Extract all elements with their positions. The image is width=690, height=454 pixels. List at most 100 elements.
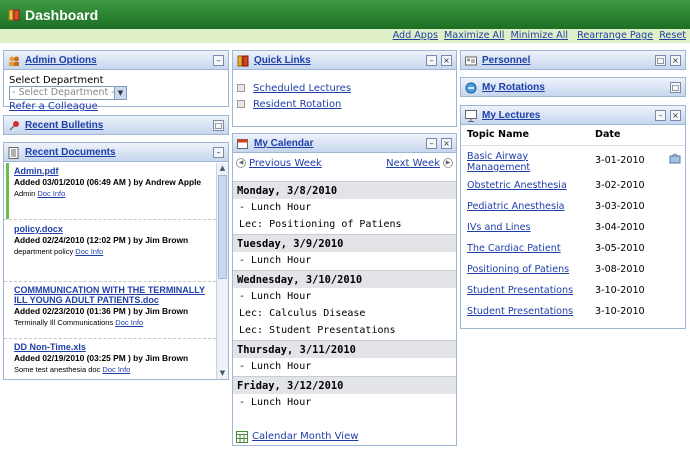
document-added: Added 02/19/2010 (03:25 PM ) by Jim Brow… <box>14 353 189 363</box>
document-link[interactable]: DD Non-Time.xls <box>14 342 212 352</box>
link-bullet-icon <box>237 100 245 108</box>
next-week-link[interactable]: Next Week <box>386 158 440 169</box>
minimize-button[interactable]: – <box>426 138 437 149</box>
rotation-icon <box>465 82 477 93</box>
day-header: Thursday, 3/11/2010 <box>233 340 456 358</box>
day-header: Monday, 3/8/2010 <box>233 181 456 199</box>
book-icon <box>237 55 249 66</box>
lectures-table: Topic Name Date Basic Airway Management … <box>461 125 685 322</box>
maximize-button[interactable]: □ <box>670 82 681 93</box>
scrollbar[interactable]: ▲ ▼ <box>216 163 228 379</box>
doc-info-link[interactable]: Doc Info <box>102 365 130 374</box>
lecture-topic-link[interactable]: Pediatric Anesthesia <box>467 201 565 212</box>
add-apps-link[interactable]: Add Apps <box>393 30 438 41</box>
maximize-button[interactable]: □ <box>655 55 666 66</box>
week-navigation: ◀ Previous Week Next Week ▶ <box>233 153 456 173</box>
close-icon[interactable]: × <box>441 55 452 66</box>
my-lectures-title[interactable]: My Lectures <box>482 110 540 121</box>
day-header: Wednesday, 3/10/2010 <box>233 270 456 288</box>
lecture-topic-link[interactable]: Student Presentations <box>467 306 573 317</box>
document-link[interactable]: COMMMUNICATION WITH THE TERMINALLY ILL Y… <box>14 285 212 305</box>
list-item: Admin.pdf Added 03/01/2010 (06:49 AM ) b… <box>4 163 216 220</box>
recent-documents-title[interactable]: Recent Documents <box>25 147 116 158</box>
maximize-button[interactable]: □ <box>213 120 224 131</box>
calendar-event: - Lunch Hour <box>239 397 312 408</box>
previous-week-link[interactable]: Previous Week <box>249 158 322 169</box>
lecture-topic-link[interactable]: Basic Airway Management <box>467 151 589 173</box>
reset-link[interactable]: Reset <box>659 30 686 41</box>
calendar-month-view-link[interactable]: Calendar Month View <box>252 431 358 442</box>
lecture-topic-link[interactable]: Obstetric Anesthesia <box>467 180 567 191</box>
personnel-title[interactable]: Personnel <box>482 55 530 66</box>
lecture-topic-link[interactable]: The Cardiac Patient <box>467 243 561 254</box>
day-header: Tuesday, 3/9/2010 <box>233 234 456 252</box>
document-link[interactable]: policy.docx <box>14 224 212 234</box>
doc-info-link[interactable]: Doc Info <box>37 189 65 198</box>
doc-info-link[interactable]: Doc Info <box>115 318 143 327</box>
table-row: IVs and Lines 3-04-2010 <box>461 217 685 238</box>
recent-bulletins-title[interactable]: Recent Bulletins <box>25 120 103 131</box>
maximize-all-link[interactable]: Maximize All <box>444 30 504 41</box>
attachment-icon[interactable] <box>669 153 681 168</box>
calendar-event: - Lunch Hour <box>239 255 312 266</box>
page-title: Dashboard <box>25 6 99 23</box>
chevron-down-icon[interactable]: ▼ <box>114 87 126 99</box>
department-select[interactable]: - Select Department - ▼ <box>9 86 127 100</box>
close-icon[interactable]: × <box>441 138 452 149</box>
day-header: Friday, 3/12/2010 <box>233 376 456 394</box>
minimize-all-link[interactable]: Minimize All <box>511 30 569 41</box>
admin-options-header: Admin Options – <box>4 51 228 70</box>
scroll-down-icon[interactable]: ▼ <box>217 368 228 379</box>
my-rotations-panel: My Rotations □ <box>460 77 686 97</box>
minimize-button[interactable]: – <box>213 147 224 158</box>
recent-documents-header: Recent Documents – <box>4 143 228 162</box>
calendar-event: Lec: Positioning of Patiens <box>239 219 402 230</box>
document-added: Added 03/01/2010 (06:49 AM ) by Andrew A… <box>14 177 202 187</box>
resident-rotation-link[interactable]: Resident Rotation <box>253 99 341 110</box>
lecture-date: 3-01-2010 <box>595 154 645 166</box>
documents-list: Admin.pdf Added 03/01/2010 (06:49 AM ) b… <box>4 163 216 379</box>
rearrange-page-link[interactable]: Rearrange Page <box>577 30 653 41</box>
scroll-up-icon[interactable]: ▲ <box>217 163 228 174</box>
scheduled-lectures-link[interactable]: Scheduled Lectures <box>253 83 351 94</box>
minimize-button[interactable]: – <box>655 110 666 121</box>
lecture-date: 3-08-2010 <box>595 264 645 275</box>
dashboard-icon <box>8 9 20 21</box>
calendar-event: - Lunch Hour <box>239 291 312 302</box>
my-rotations-title[interactable]: My Rotations <box>482 82 545 93</box>
calendar-event: Lec: Student Presentations <box>239 325 396 336</box>
document-link[interactable]: Admin.pdf <box>14 166 212 176</box>
close-icon[interactable]: × <box>670 55 681 66</box>
minimize-button[interactable]: – <box>426 55 437 66</box>
my-rotations-header: My Rotations □ <box>461 78 685 97</box>
recent-bulletins-panel: Recent Bulletins □ <box>3 115 229 135</box>
my-lectures-panel: My Lectures – × Topic Name Date Basic Air… <box>460 105 686 329</box>
personnel-header: Personnel □ × <box>461 51 685 70</box>
month-view-row: Calendar Month View <box>236 431 358 443</box>
refer-colleague-link[interactable]: Refer a Colleague <box>9 101 223 112</box>
minimize-button[interactable]: – <box>213 55 224 66</box>
lecture-topic-link[interactable]: Positioning of Patiens <box>467 264 569 275</box>
calendar-event: Lec: Calculus Disease <box>239 308 366 319</box>
quick-links-title[interactable]: Quick Links <box>254 55 311 66</box>
department-select-value: - Select Department - <box>12 87 115 98</box>
calendar-event: - Lunch Hour <box>239 361 312 372</box>
scrollbar-thumb[interactable] <box>218 175 227 279</box>
close-icon[interactable]: × <box>670 110 681 121</box>
document-description: Terminally Ill Communications <box>14 318 114 327</box>
calendar-event: - Lunch Hour <box>239 202 312 213</box>
table-row: Basic Airway Management 3-01-2010 <box>461 145 685 175</box>
arrow-right-icon[interactable]: ▶ <box>443 158 453 168</box>
lecture-topic-link[interactable]: IVs and Lines <box>467 222 531 233</box>
admin-options-title[interactable]: Admin Options <box>25 55 97 66</box>
document-list-icon <box>8 146 19 159</box>
doc-info-link[interactable]: Doc Info <box>75 247 103 256</box>
table-header-row: Topic Name Date <box>461 125 685 146</box>
lecture-topic-link[interactable]: Student Presentations <box>467 285 573 296</box>
list-item: Resident Rotation <box>237 96 456 112</box>
date-column-header: Date <box>589 125 663 146</box>
table-row: Student Presentations 3-10-2010 <box>461 280 685 301</box>
list-item: COMMMUNICATION WITH THE TERMINALLY ILL Y… <box>4 282 216 339</box>
my-calendar-title[interactable]: My Calendar <box>254 138 313 149</box>
arrow-left-icon[interactable]: ◀ <box>236 158 246 168</box>
